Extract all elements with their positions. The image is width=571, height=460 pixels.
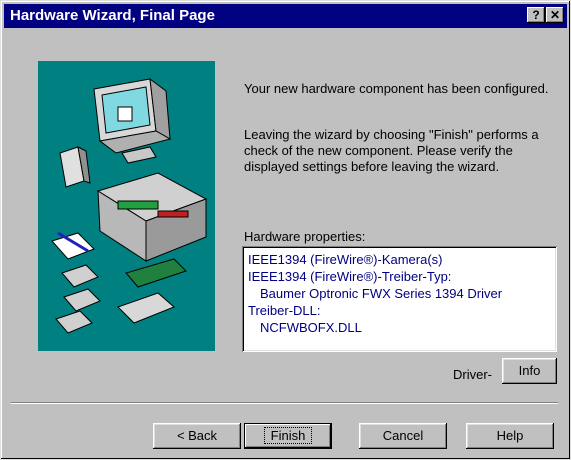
- property-line: IEEE1394 (FireWire®)-Treiber-Typ:: [248, 269, 452, 284]
- finish-instructions: Leaving the wizard by choosing "Finish" …: [244, 127, 539, 174]
- separator: [11, 402, 558, 404]
- window-title: Hardware Wizard, Final Page: [10, 7, 215, 24]
- close-button[interactable]: ✕: [546, 7, 564, 23]
- property-line: IEEE1394 (FireWire®)-Kamera(s): [248, 252, 443, 267]
- hardware-properties-list[interactable]: IEEE1394 (FireWire®)-Kamera(s) IEEE1394 …: [242, 246, 557, 352]
- hardware-clipart-icon: [51, 77, 208, 334]
- driver-label: Driver-: [453, 367, 492, 382]
- finish-button[interactable]: Finish: [244, 423, 332, 449]
- property-line: Treiber-DLL:: [248, 303, 321, 318]
- help-button[interactable]: Help: [466, 423, 554, 449]
- info-button[interactable]: Info: [502, 358, 557, 384]
- property-line: Baumer Optronic FWX Series 1394 Driver: [260, 286, 503, 301]
- configured-message: Your new hardware component has been con…: [244, 81, 549, 96]
- property-line: NCFWBOFX.DLL: [260, 320, 362, 335]
- hardware-illustration: [38, 61, 215, 351]
- finish-button-label: Finish: [263, 427, 313, 444]
- cancel-button[interactable]: Cancel: [359, 423, 447, 449]
- hardware-properties-label: Hardware properties:: [244, 229, 366, 244]
- wizard-window: Hardware Wizard, Final Page ? ✕ Your new…: [0, 0, 571, 460]
- back-button[interactable]: < Back: [153, 423, 241, 449]
- help-title-button[interactable]: ?: [527, 7, 545, 23]
- title-bar: Hardware Wizard, Final Page ? ✕: [4, 4, 567, 28]
